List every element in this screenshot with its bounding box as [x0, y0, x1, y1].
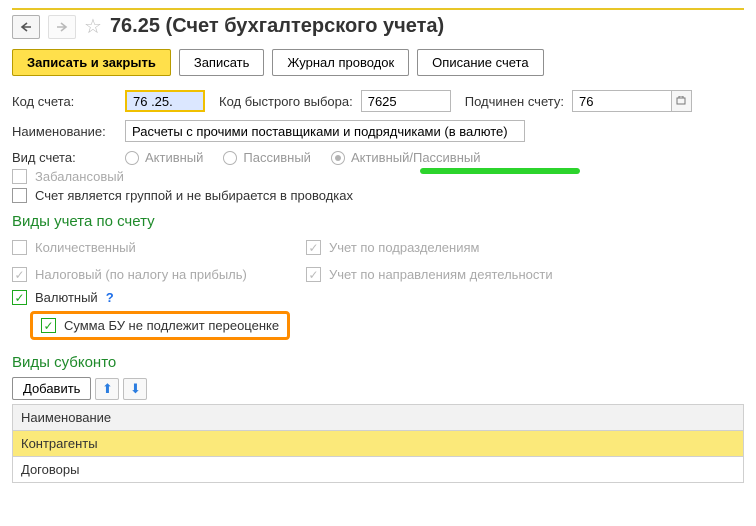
checkbox-currency[interactable]: ✓	[12, 290, 27, 305]
checkbox-quantity[interactable]	[12, 240, 27, 255]
label-is-group: Счет является группой и не выбирается в …	[35, 188, 353, 203]
arrow-left-icon	[20, 22, 32, 32]
checkbox-no-revaluation[interactable]: ✓	[41, 318, 56, 333]
radio-icon	[125, 151, 139, 165]
radio-icon	[223, 151, 237, 165]
highlight-marker	[420, 168, 580, 174]
label-by-direction: Учет по направлениям деятельности	[329, 267, 553, 282]
label-code: Код счета:	[12, 94, 117, 109]
parent-account-open-button[interactable]	[672, 90, 692, 112]
checkbox-is-group[interactable]	[12, 188, 27, 203]
parent-account-input[interactable]	[572, 90, 672, 112]
label-parent: Подчинен счету:	[465, 94, 564, 109]
label-currency: Валютный	[35, 290, 98, 305]
label-tax: Налоговый (по налогу на прибыль)	[35, 267, 247, 282]
checkbox-tax[interactable]: ✓	[12, 267, 27, 282]
section-account-types: Виды учета по счету	[12, 213, 744, 230]
radio-active[interactable]: Активный	[125, 150, 203, 165]
checkbox-by-direction[interactable]: ✓	[306, 267, 321, 282]
nav-back-button[interactable]	[12, 15, 40, 39]
help-currency-icon[interactable]: ?	[106, 290, 114, 305]
account-code-input[interactable]	[125, 90, 205, 112]
label-quantity: Количественный	[35, 240, 136, 255]
arrow-down-icon: ⬇	[130, 381, 141, 397]
radio-icon	[331, 151, 345, 165]
radio-active-passive[interactable]: Активный/Пассивный	[331, 150, 481, 165]
label-offbalance: Забалансовый	[35, 169, 124, 184]
label-by-dept: Учет по подразделениям	[329, 240, 479, 255]
arrow-up-icon: ⬆	[102, 381, 113, 397]
label-no-revaluation: Сумма БУ не подлежит переоценке	[64, 318, 279, 333]
checkbox-offbalance[interactable]	[12, 169, 27, 184]
favorite-star-icon[interactable]: ☆	[84, 14, 102, 39]
fast-code-input[interactable]	[361, 90, 451, 112]
save-button[interactable]: Записать	[179, 49, 265, 76]
save-and-close-button[interactable]: Записать и закрыть	[12, 49, 171, 76]
nav-forward-button	[48, 15, 76, 39]
description-button[interactable]: Описание счета	[417, 49, 543, 76]
radio-passive[interactable]: Пассивный	[223, 150, 311, 165]
table-row[interactable]: Контрагенты	[13, 431, 744, 457]
page-title: 76.25 (Счет бухгалтерского учета)	[110, 15, 444, 38]
account-name-input[interactable]	[125, 120, 525, 142]
journal-button[interactable]: Журнал проводок	[272, 49, 409, 76]
move-up-button[interactable]: ⬆	[95, 378, 119, 400]
subconto-table[interactable]: Наименование Контрагенты Договоры	[12, 404, 744, 483]
highlight-no-revaluation: ✓ Сумма БУ не подлежит переоценке	[30, 311, 290, 340]
add-subconto-button[interactable]: Добавить	[12, 377, 91, 400]
arrow-right-icon	[56, 22, 68, 32]
label-fastcode: Код быстрого выбора:	[219, 94, 353, 109]
section-subconto: Виды субконто	[12, 354, 744, 371]
label-name: Наименование:	[12, 124, 117, 139]
table-row[interactable]: Договоры	[13, 457, 744, 483]
move-down-button[interactable]: ⬇	[123, 378, 147, 400]
table-header-name: Наименование	[13, 405, 744, 431]
label-account-type: Вид счета:	[12, 150, 117, 165]
checkbox-by-dept[interactable]: ✓	[306, 240, 321, 255]
open-icon	[676, 96, 686, 106]
